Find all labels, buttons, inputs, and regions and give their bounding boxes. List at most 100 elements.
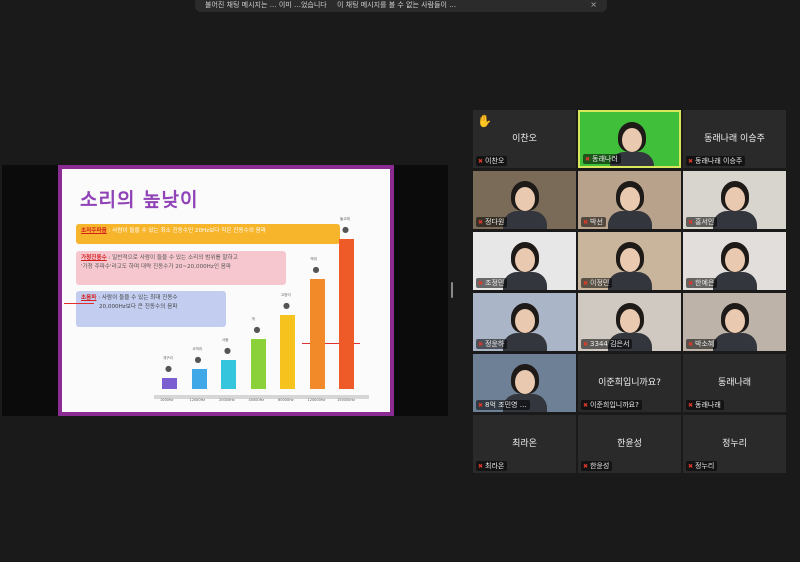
participant-name: 박소혜 bbox=[695, 340, 715, 348]
participant-name: 조정민 bbox=[485, 279, 505, 287]
participant-name: 한예은 bbox=[695, 279, 715, 287]
participant-body bbox=[713, 333, 757, 351]
participant-tile[interactable]: 동래나래 이승주 ✖ 동래나래 이승주 bbox=[683, 110, 786, 168]
participant-body bbox=[608, 211, 652, 229]
participant-name-label: ✖ 조정민 bbox=[476, 278, 508, 288]
audible-term: 가청진동수 bbox=[81, 255, 107, 261]
infrasound-text: : 사람이 들을 수 있는 최소 진동수인 20Hz보다 작은 진동수의 음파 bbox=[108, 228, 266, 234]
participant-tile[interactable]: ✖ 8억 조민영 … bbox=[473, 354, 576, 412]
participant-name-label: ✖ 정다원 bbox=[476, 217, 508, 227]
animal-icon: ● bbox=[165, 364, 172, 373]
chart-bar bbox=[191, 369, 207, 389]
participant-tile[interactable]: ✖ 한예은 bbox=[683, 232, 786, 290]
chart-bar bbox=[162, 378, 177, 389]
participant-name: 정윤하 bbox=[485, 340, 505, 348]
animal-label: 박쥐 bbox=[310, 257, 317, 261]
close-icon[interactable]: × bbox=[590, 0, 597, 10]
chart-bar bbox=[339, 239, 354, 389]
participant-tile[interactable]: ✖ 박선 bbox=[578, 171, 681, 229]
animal-icon: ● bbox=[224, 346, 231, 355]
participant-body bbox=[713, 211, 757, 229]
raised-hand-icon: ✋ bbox=[477, 114, 492, 128]
participant-face bbox=[515, 370, 535, 394]
notification-mid-text: 이 채팅 메시지를 볼 수 없는 사람들이 … bbox=[336, 1, 457, 9]
mic-muted-icon: ✖ bbox=[585, 156, 591, 163]
participant-name-label: ✖ 박소혜 bbox=[686, 339, 718, 349]
chart-tick-label: 1000Hz bbox=[160, 398, 174, 402]
participant-tile[interactable]: ✖ 동래나러 bbox=[578, 110, 681, 168]
mic-muted-icon: ✖ bbox=[583, 219, 589, 226]
participant-tile[interactable]: ✖ 이정민 bbox=[578, 232, 681, 290]
participant-tile[interactable]: 동래나래 ✖ 동래나래 bbox=[683, 354, 786, 412]
participant-name: 동래나래 bbox=[695, 401, 721, 409]
participant-face bbox=[725, 248, 745, 272]
participant-body bbox=[608, 272, 652, 290]
animal-icon: ● bbox=[283, 301, 290, 310]
participant-tile[interactable]: ✖ 조정민 bbox=[473, 232, 576, 290]
participant-tile[interactable]: ✖ 정윤하 bbox=[473, 293, 576, 351]
participant-display-name: 이찬오 bbox=[512, 134, 537, 144]
participant-name-label: ✖ 동래나러 bbox=[583, 154, 621, 164]
animal-icon: ● bbox=[194, 355, 202, 364]
participant-display-name: 한윤성 bbox=[617, 439, 642, 449]
meeting-window: 불어진 채팅 메시지는 … 이미 …었습니다 이 채팅 메시지를 볼 수 없는 … bbox=[0, 0, 800, 562]
participant-name-label: ✖ 3344 김은서 bbox=[581, 339, 633, 349]
participant-tile[interactable]: 정누리 ✖ 정누리 bbox=[683, 415, 786, 473]
participant-name-label: ✖ 동래나래 bbox=[686, 400, 724, 410]
chart-bar bbox=[250, 339, 266, 389]
participant-body bbox=[713, 272, 757, 290]
participant-display-name: 최라온 bbox=[512, 439, 537, 449]
chart-tick-label: 40000Hz bbox=[248, 398, 265, 402]
participant-name-label: ✖ 정누리 bbox=[686, 461, 718, 471]
participant-name-label: ✖ 박선 bbox=[581, 217, 606, 227]
participant-name: 이정민 bbox=[590, 279, 610, 287]
participant-tile[interactable]: ✖ 홍서인 bbox=[683, 171, 786, 229]
mic-muted-icon: ✖ bbox=[688, 158, 694, 165]
participant-name: 8억 조민영 … bbox=[485, 401, 527, 409]
animal-label: 개구리 bbox=[163, 356, 173, 360]
participant-name-label: ✖ 한예은 bbox=[686, 278, 718, 288]
animal-label: 돌고래 bbox=[340, 217, 350, 221]
shared-screen: 소리의 높낮이 초저주파음 : 사람이 들을 수 있는 최소 진동수인 20Hz… bbox=[2, 165, 448, 416]
infrasound-term: 초저주파음 bbox=[81, 228, 107, 234]
participant-name: 최라온 bbox=[485, 462, 505, 470]
participant-tile[interactable]: ✖ 박소혜 bbox=[683, 293, 786, 351]
participant-tile[interactable]: 이찬오 ✋ ✖ 이찬오 bbox=[473, 110, 576, 168]
notification-left-text: 불어진 채팅 메시지는 … 이미 …었습니다 bbox=[205, 1, 327, 9]
annotation-line bbox=[64, 303, 94, 304]
participant-face bbox=[725, 187, 745, 211]
participant-name: 한윤성 bbox=[590, 462, 610, 470]
participant-tile[interactable]: ✖ 3344 김은서 bbox=[578, 293, 681, 351]
participant-display-name: 동래나래 bbox=[717, 378, 752, 388]
mic-muted-icon: ✖ bbox=[688, 219, 694, 226]
chat-notification-banner[interactable]: 불어진 채팅 메시지는 … 이미 …었습니다 이 채팅 메시지를 볼 수 없는 … bbox=[195, 0, 607, 12]
participant-tile[interactable]: 한윤성 ✖ 한윤성 bbox=[578, 415, 681, 473]
participant-name-label: ✖ 이찬오 bbox=[476, 156, 508, 166]
audible-text: : 일반적으로 사람이 들을 수 있는 소리의 범위를 말하고 bbox=[108, 255, 238, 261]
participant-tile[interactable]: 최라온 ✖ 최라온 bbox=[473, 415, 576, 473]
ultrasound-box: 초음파 : 사람이 들을 수 있는 최대 진동수 20,000Hz보다 큰 진동… bbox=[76, 291, 226, 327]
participant-display-name: 정누리 bbox=[722, 439, 747, 449]
participant-name: 박선 bbox=[590, 218, 603, 226]
participant-name: 이준희입니까요? bbox=[590, 401, 639, 409]
participant-face bbox=[515, 187, 535, 211]
participant-name-label: ✖ 정윤하 bbox=[476, 339, 508, 349]
ultrasound-text: : 사람이 들을 수 있는 최대 진동수 bbox=[98, 295, 178, 301]
ultrasound-term: 초음파 bbox=[81, 295, 97, 301]
participant-name: 3344 김은서 bbox=[590, 340, 630, 348]
audible-text-2: '가청 주파수'라고도 하며 대략 진동수가 20~20,000Hz인 음파 bbox=[81, 264, 232, 270]
participant-face bbox=[620, 248, 640, 272]
participant-name: 동래나러 bbox=[592, 155, 618, 163]
participant-tile[interactable]: 이준희입니까요? ✖ 이준희입니까요? bbox=[578, 354, 681, 412]
participant-face bbox=[515, 309, 535, 333]
participant-name: 정다원 bbox=[485, 218, 505, 226]
animal-icon: ● bbox=[253, 325, 261, 334]
participant-name-label: ✖ 이준희입니까요? bbox=[581, 400, 642, 410]
participant-face bbox=[725, 309, 745, 333]
animal-label: 고양이 bbox=[281, 293, 291, 297]
mic-muted-icon: ✖ bbox=[688, 463, 694, 470]
resize-handle[interactable] bbox=[451, 282, 453, 298]
mic-muted-icon: ✖ bbox=[478, 402, 484, 409]
participant-tile[interactable]: ✖ 정다원 bbox=[473, 171, 576, 229]
participant-body bbox=[503, 333, 547, 351]
